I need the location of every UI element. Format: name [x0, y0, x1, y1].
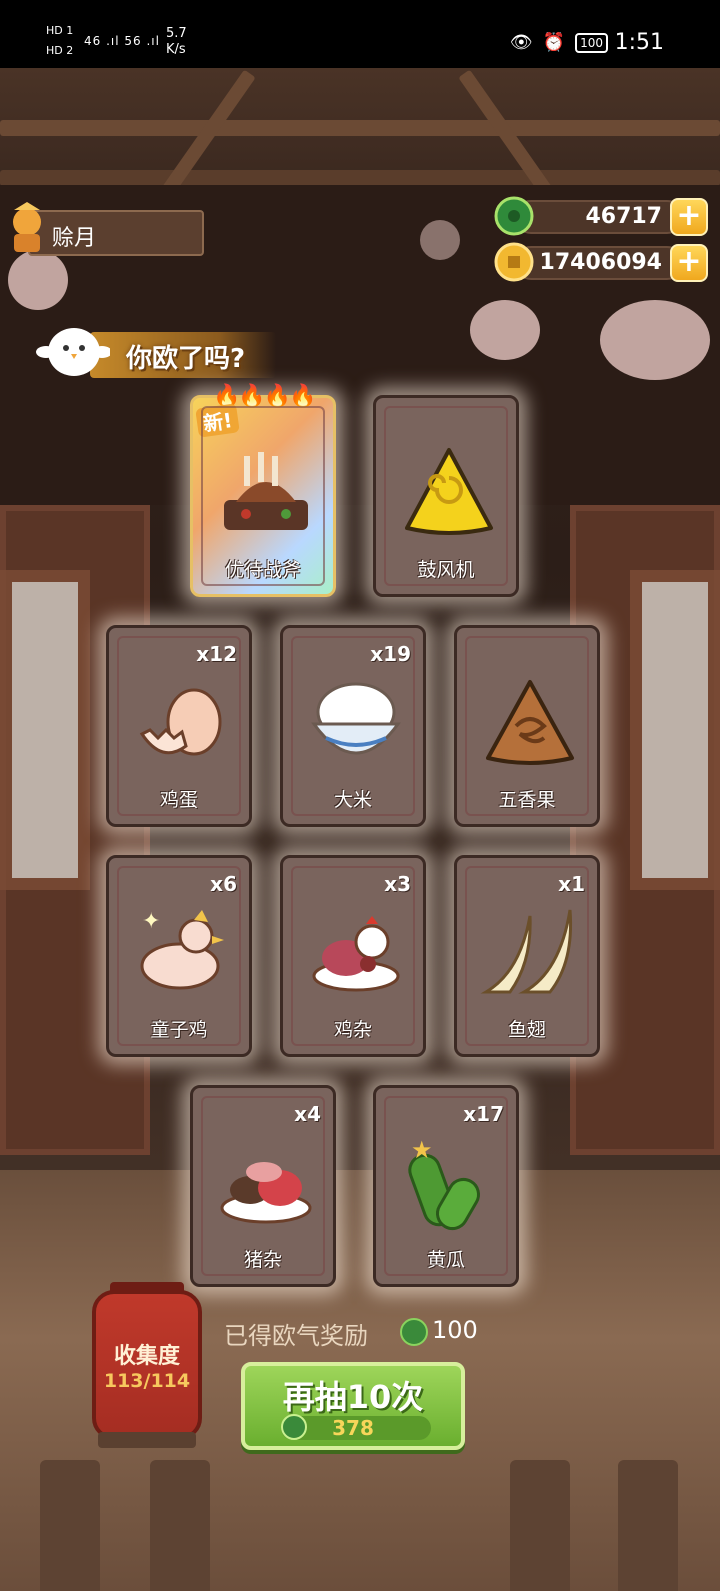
blossom-decoration: [8, 250, 68, 310]
jade-currency: 46717 +: [494, 196, 708, 238]
card-cucumber[interactable]: x17 ★ 黄瓜: [373, 1085, 519, 1287]
coin-icon: [494, 242, 534, 282]
hd2-label: HD 2: [46, 44, 74, 57]
spice-fruit-icon: [486, 680, 574, 765]
draw-again-button[interactable]: 再抽10次 378: [241, 1362, 465, 1450]
roof-beam: [0, 170, 720, 186]
hd1-label: HD 1: [46, 24, 74, 37]
card-name: 黄瓜: [426, 1249, 465, 1271]
svg-text:★: ★: [411, 1136, 433, 1164]
roof-beam: [0, 120, 720, 136]
young-chicken-icon: ✦: [140, 909, 224, 990]
card-name: 猪杂: [243, 1249, 282, 1271]
alarm-icon: ⏰: [542, 32, 566, 53]
card-young-chicken[interactable]: x6 ✦ 童子鸡: [106, 855, 252, 1057]
shark-fin-icon: [480, 909, 573, 994]
card-battle-axe[interactable]: 🔥🔥🔥🔥🔥 新! 优待战斧: [190, 384, 336, 597]
card-count: x17: [463, 1102, 504, 1126]
clock: 1:51: [614, 30, 664, 55]
svg-text:✦: ✦: [142, 909, 160, 934]
bellows-icon: [405, 448, 493, 535]
jade-amount: 46717: [585, 204, 662, 229]
card-name: 大米: [333, 789, 372, 811]
collection-lantern[interactable]: 收集度 113/114: [92, 1290, 202, 1440]
roast-ribs-icon: [224, 452, 308, 530]
card-name: 鸡杂: [333, 1019, 372, 1041]
jade-icon: [494, 196, 534, 236]
chicken-offal-icon: [312, 916, 400, 992]
collection-progress: 113/114: [103, 1370, 191, 1392]
status-icons: 👁 ⏰ 100: [510, 32, 608, 53]
card-rice[interactable]: x19 大米: [280, 625, 426, 827]
eye-icon: 👁: [509, 32, 533, 53]
status-bar: HD 1 HD 2 46 .ıl 56 .ıl 5.7 K/s 👁 ⏰ 100 …: [0, 0, 720, 68]
cucumber-icon: ★: [408, 1136, 480, 1231]
card-name: 童子鸡: [150, 1019, 208, 1041]
draw-cost: 378: [332, 1416, 374, 1440]
card-name: 优待战斧: [224, 559, 301, 581]
card-count: x3: [384, 872, 411, 896]
reward-amount: 100: [432, 1316, 478, 1344]
add-coin-button[interactable]: +: [670, 244, 708, 282]
banner-text: 你欧了吗?: [126, 344, 246, 374]
card-name: 鸡蛋: [159, 789, 198, 811]
rice-bowl-icon: [311, 682, 401, 755]
card-egg[interactable]: x12 鸡蛋: [106, 625, 252, 827]
player-name-bar[interactable]: 赊月: [28, 210, 204, 256]
card-chicken-offal[interactable]: x3 鸡杂: [280, 855, 426, 1057]
coin-amount: 17406094: [539, 250, 662, 275]
fence-post: [510, 1460, 570, 1591]
card-count: x1: [558, 872, 585, 896]
reward-label: 已得欧气奖励: [224, 1322, 368, 1350]
card-bellows[interactable]: 鼓风机: [373, 395, 519, 597]
fence-post: [150, 1460, 210, 1591]
chick-mascot-icon: [36, 328, 110, 376]
lantern-base: [98, 1432, 196, 1448]
collection-title: 收集度: [113, 1344, 180, 1369]
card-count: x19: [370, 642, 411, 666]
player-name: 赊月: [52, 226, 97, 251]
coin-currency: 17406094 +: [494, 242, 708, 284]
card-pork-offal[interactable]: x4 猪杂: [190, 1085, 336, 1287]
draw-button-label: 再抽10次: [282, 1378, 424, 1416]
chef-avatar-icon[interactable]: [4, 200, 50, 256]
blossom-decoration: [600, 300, 710, 380]
new-badge: 新!: [195, 403, 240, 438]
blossom-decoration: [420, 220, 460, 260]
result-banner: 你欧了吗?: [90, 332, 276, 378]
battery-icon: 100: [575, 32, 608, 53]
card-name: 鱼翅: [507, 1019, 546, 1041]
hd-indicators: HD 1 HD 2: [46, 24, 73, 58]
fence-post: [40, 1460, 100, 1591]
signal-icon: 46 .ıl 56 .ıl: [84, 34, 160, 48]
card-spice-fruit[interactable]: 五香果: [454, 625, 600, 827]
card-name: 鼓风机: [417, 559, 475, 581]
right-window: [630, 570, 720, 890]
card-count: x12: [196, 642, 237, 666]
left-window: [0, 570, 90, 890]
add-jade-button[interactable]: +: [670, 198, 708, 236]
blossom-decoration: [470, 300, 540, 360]
jade-icon: [400, 1318, 428, 1346]
card-name: 五香果: [498, 789, 556, 811]
card-count: x6: [210, 872, 237, 896]
card-shark-fin[interactable]: x1 鱼翅: [454, 855, 600, 1057]
card-count: x4: [294, 1102, 321, 1126]
pork-offal-icon: [220, 1162, 312, 1224]
egg-icon: [139, 688, 222, 756]
fence-post: [618, 1460, 678, 1591]
network-speed: 5.7 K/s: [166, 26, 187, 57]
